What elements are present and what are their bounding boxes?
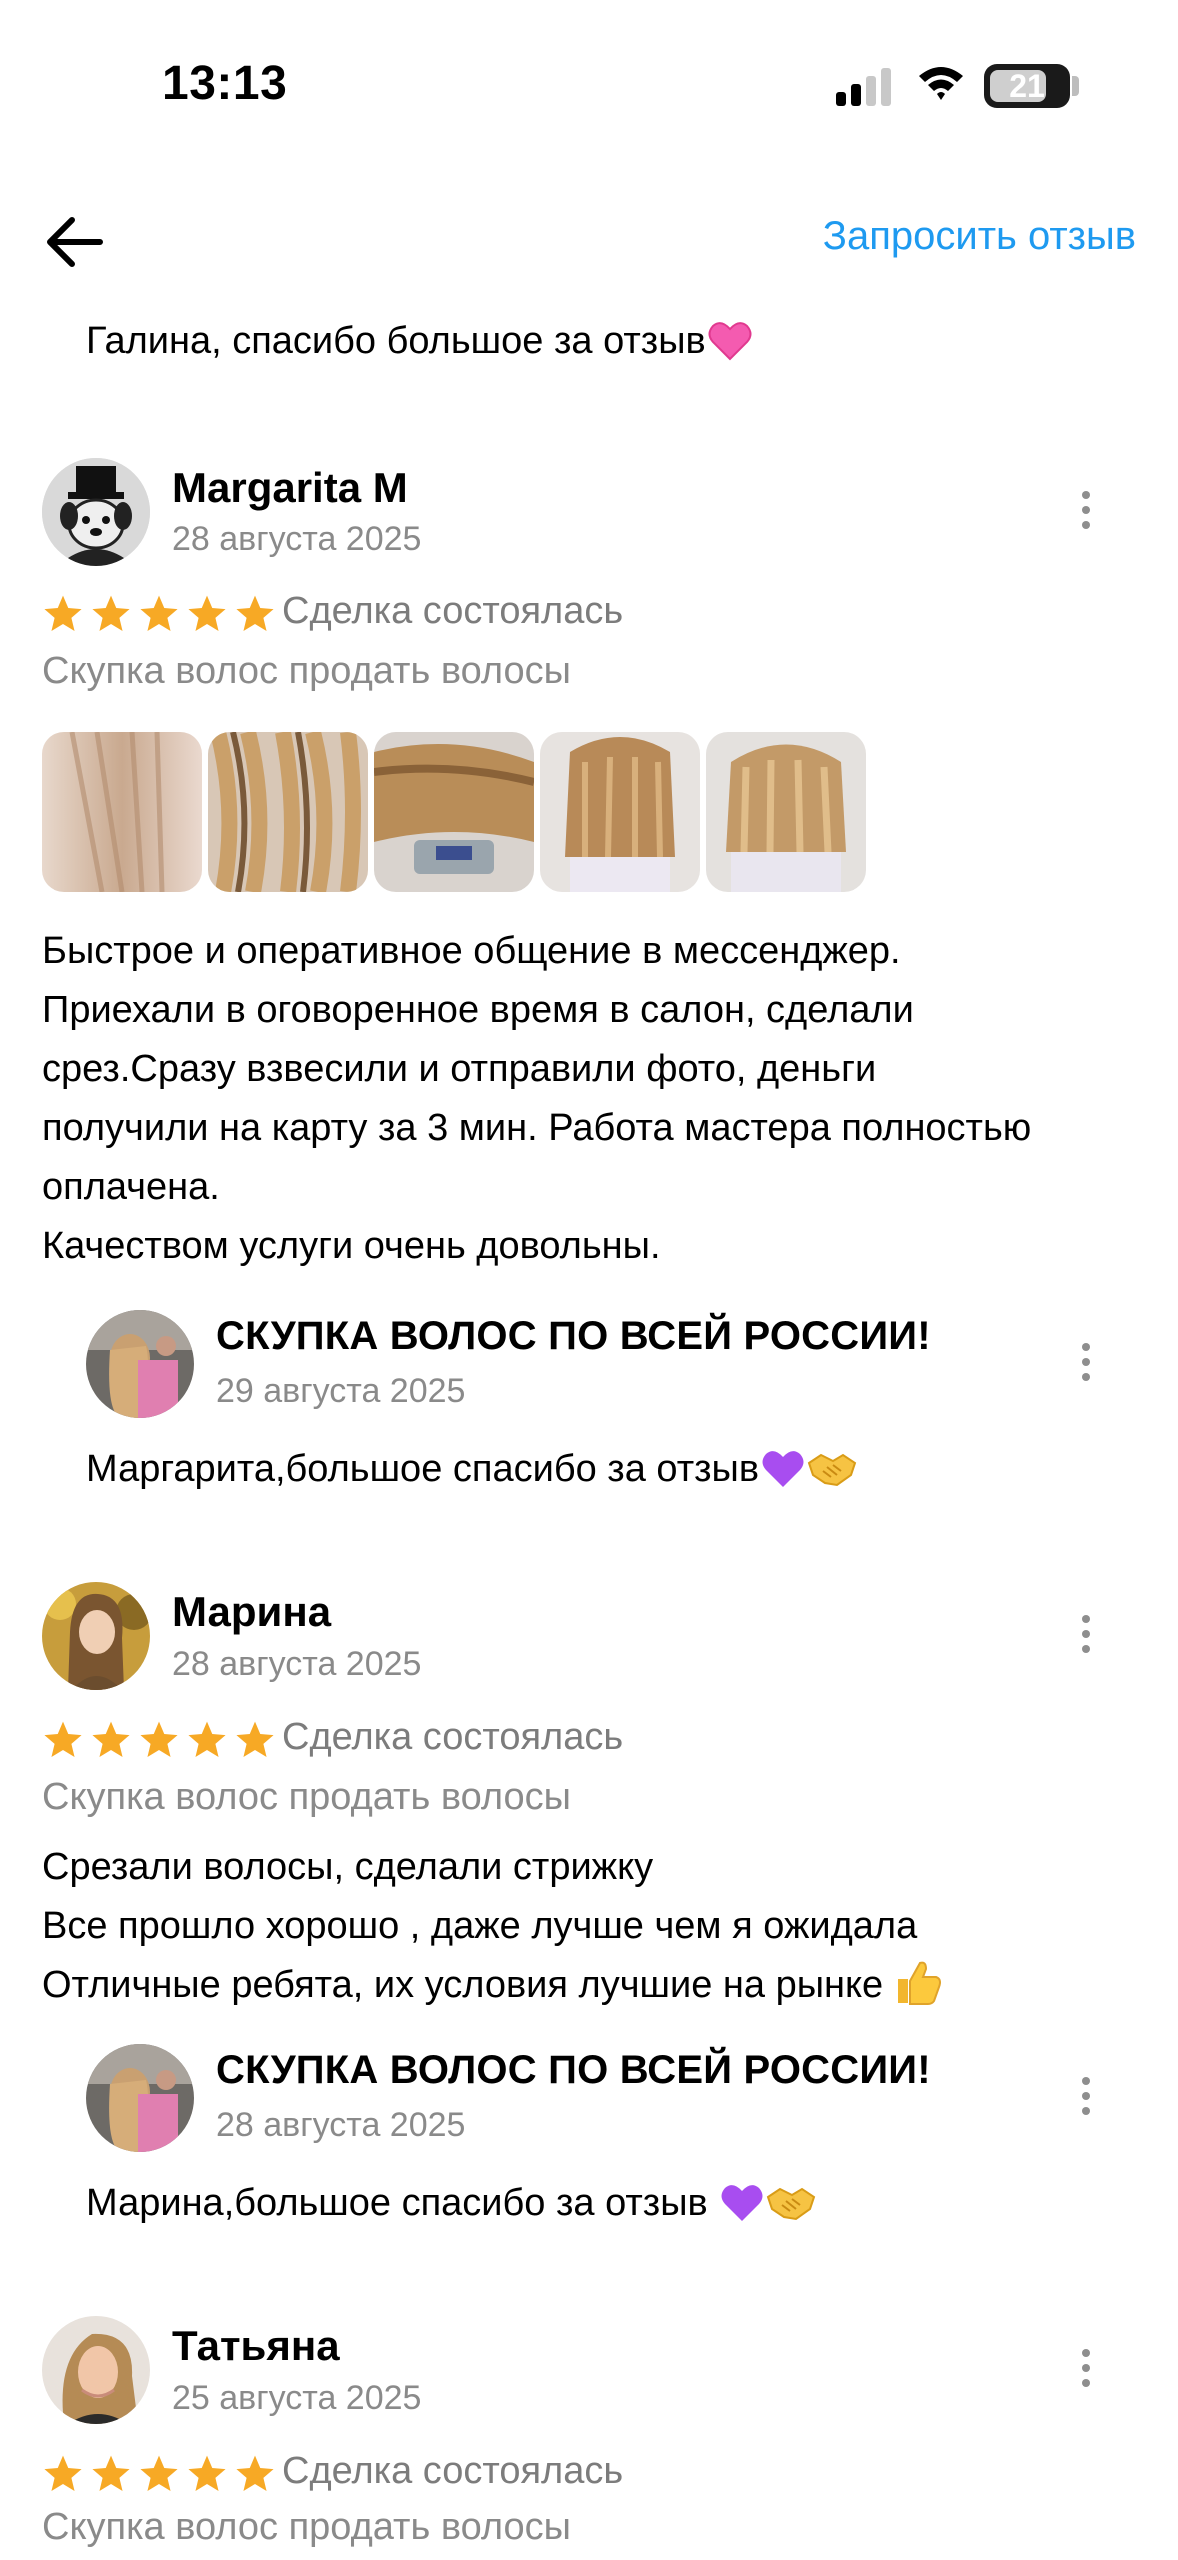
reply-date: 28 августа 2025 bbox=[216, 2106, 466, 2144]
star-icon bbox=[140, 2455, 178, 2491]
review-category: Скупка волос продать волосы bbox=[42, 1776, 571, 1818]
review-date: 25 августа 2025 bbox=[172, 2379, 422, 2417]
seller-reply-text: Галина, спасибо большое за отзыв bbox=[86, 318, 752, 364]
kebab-menu-icon[interactable] bbox=[1066, 1604, 1106, 1664]
handshake-emoji bbox=[767, 2187, 816, 2221]
star-icon bbox=[236, 2455, 274, 2491]
review-photo[interactable] bbox=[374, 732, 534, 892]
seller-avatar[interactable] bbox=[86, 2044, 194, 2152]
review-line: Все прошло хорошо , даже лучше чем я ожи… bbox=[42, 1905, 918, 1947]
star-icon bbox=[92, 595, 130, 631]
reviewer-avatar[interactable] bbox=[42, 2316, 150, 2424]
star-icon bbox=[44, 1721, 82, 1757]
review-line: Приехали в оговоренное время в салон, сд… bbox=[42, 989, 914, 1031]
status-time: 13:13 bbox=[162, 57, 288, 110]
review-date: 28 августа 2025 bbox=[172, 520, 422, 558]
review-date: 28 августа 2025 bbox=[172, 1645, 422, 1683]
review-text: Срезали волосы, сделали стрижку Все прош… bbox=[42, 1838, 1142, 2015]
seller-reply-text: Марина,большое спасибо за отзыв bbox=[86, 2180, 816, 2226]
seller-name: СКУПКА ВОЛОС ПО ВСЕЙ РОССИИ! bbox=[216, 2048, 931, 2092]
seller-avatar[interactable] bbox=[86, 1310, 194, 1418]
request-review-button[interactable]: Запросить отзыв bbox=[823, 214, 1136, 259]
review-category: Скупка волос продать волосы bbox=[42, 650, 571, 692]
review-line: Отличные ребята, их условия лучшие на ры… bbox=[42, 1956, 1142, 2015]
review-line-text: Отличные ребята, их условия лучшие на ры… bbox=[42, 1964, 884, 2006]
review-photo[interactable] bbox=[706, 732, 866, 892]
reply-text: Маргарита,большое спасибо за отзыв bbox=[86, 1448, 760, 1490]
star-icon bbox=[140, 1721, 178, 1757]
kebab-menu-icon[interactable] bbox=[1066, 2066, 1106, 2126]
review-category: Скупка волос продать волосы bbox=[42, 2506, 571, 2548]
star-icon bbox=[236, 595, 274, 631]
battery-icon: 21 bbox=[984, 64, 1070, 108]
rating-stars bbox=[42, 2452, 276, 2496]
reply-date: 29 августа 2025 bbox=[216, 1372, 466, 1410]
kebab-menu-icon[interactable] bbox=[1066, 480, 1106, 540]
star-icon bbox=[140, 595, 178, 631]
rating-stars bbox=[42, 592, 276, 636]
reviewer-avatar[interactable] bbox=[42, 1582, 150, 1690]
kebab-menu-icon[interactable] bbox=[1066, 2338, 1106, 2398]
wifi-icon bbox=[919, 67, 963, 100]
reply-text: Галина, спасибо большое за отзыв bbox=[86, 320, 706, 362]
star-icon bbox=[44, 595, 82, 631]
review-line: срез.Сразу взвесили и отправили фото, де… bbox=[42, 1048, 877, 1090]
pink-heart-emoji bbox=[708, 322, 752, 361]
purple-heart-emoji bbox=[762, 1451, 804, 1487]
star-icon bbox=[92, 2455, 130, 2491]
kebab-menu-icon[interactable] bbox=[1066, 1332, 1106, 1392]
star-icon bbox=[92, 1721, 130, 1757]
deal-status: Сделка состоялась bbox=[282, 2450, 624, 2492]
battery-level: 21 bbox=[1009, 68, 1045, 104]
reply-text: Марина,большое спасибо за отзыв bbox=[86, 2182, 719, 2224]
review-line: получили на карту за 3 мин. Работа масте… bbox=[42, 1107, 1032, 1149]
star-icon bbox=[188, 1721, 226, 1757]
review-photos bbox=[42, 732, 866, 892]
deal-status: Сделка состоялась bbox=[282, 590, 624, 632]
review-photo[interactable] bbox=[540, 732, 700, 892]
star-icon bbox=[188, 595, 226, 631]
seller-name: СКУПКА ВОЛОС ПО ВСЕЙ РОССИИ! bbox=[216, 1314, 931, 1358]
handshake-emoji bbox=[807, 1453, 857, 1487]
star-icon bbox=[188, 2455, 226, 2491]
review-text: Быстрое и оперативное общение в мессендж… bbox=[42, 922, 1142, 1276]
deal-status: Сделка состоялась bbox=[282, 1716, 624, 1758]
thumbs-up-emoji bbox=[897, 1961, 941, 2005]
rating-stars bbox=[42, 1718, 276, 1762]
star-icon bbox=[44, 2455, 82, 2491]
seller-reply-text: Маргарита,большое спасибо за отзыв bbox=[86, 1446, 857, 1492]
review-photo[interactable] bbox=[208, 732, 368, 892]
star-icon bbox=[236, 1721, 274, 1757]
back-arrow-icon[interactable] bbox=[44, 214, 104, 270]
reviewer-name: Margarita M bbox=[172, 464, 408, 511]
battery-cap bbox=[1072, 76, 1079, 96]
review-line: оплачена. bbox=[42, 1166, 220, 1208]
purple-heart-emoji bbox=[721, 2185, 763, 2221]
review-line: Быстрое и оперативное общение в мессендж… bbox=[42, 930, 901, 972]
cellular-signal-icon bbox=[836, 68, 891, 106]
reviewer-name: Марина bbox=[172, 1588, 332, 1635]
review-photo[interactable] bbox=[42, 732, 202, 892]
reviewer-name: Татьяна bbox=[172, 2322, 340, 2369]
reviewer-avatar[interactable] bbox=[42, 458, 150, 566]
review-line: Срезали волосы, сделали стрижку bbox=[42, 1846, 654, 1888]
review-line: Качеством услуги очень довольны. bbox=[42, 1225, 661, 1267]
